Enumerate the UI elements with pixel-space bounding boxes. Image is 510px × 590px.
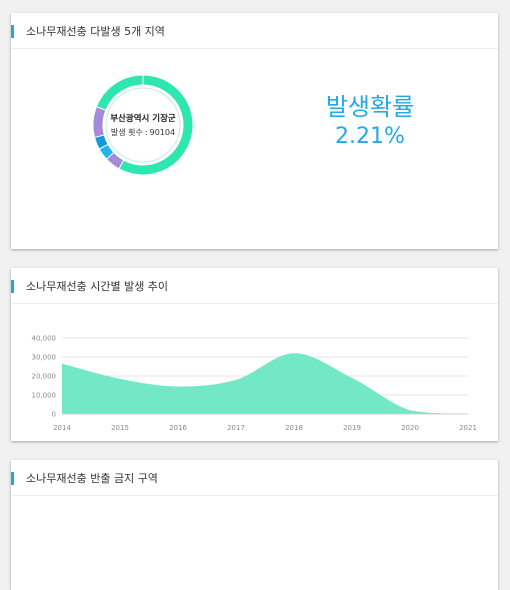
card-title: 소나무재선충 시간별 발생 추이: [26, 280, 169, 293]
occurrence-count: 발생 횟수:90104: [111, 127, 175, 138]
accent-bar: [11, 472, 14, 485]
data-point[interactable]: [119, 378, 121, 380]
x-tick-label: 2021: [459, 424, 477, 432]
area-series[interactable]: [62, 353, 468, 414]
count-separator: :: [144, 128, 148, 137]
card-title: 소나무재선충 반출 금지 구역: [26, 472, 158, 485]
x-tick-label: 2016: [169, 424, 187, 432]
region-name: 부산광역시 기장군: [110, 114, 176, 124]
probability-value: 2.21%: [335, 124, 405, 149]
x-tick-label: 2019: [343, 424, 361, 432]
data-point[interactable]: [293, 352, 295, 354]
ban-zone-card: 소나무재선충 반출 금지 구역: [11, 460, 498, 590]
data-point[interactable]: [351, 377, 353, 379]
time-trend-card: 소나무재선충 시간별 발생 추이 0 10,000 20,000 30,000 40,0…: [11, 268, 498, 441]
donut-chart[interactable]: 부산광역시 기장군 발생 횟수:90104: [89, 71, 197, 179]
accent-bar: [11, 280, 14, 293]
y-tick-label: 10,000: [32, 392, 57, 400]
count-value: 90104: [149, 128, 176, 137]
data-point[interactable]: [235, 379, 237, 381]
card-header: 소나무재선충 시간별 발생 추이: [11, 268, 498, 304]
x-tick-label: 2018: [285, 424, 303, 432]
probability-label: 발생확률: [325, 93, 415, 121]
donut-center: 부산광역시 기장군 발생 횟수:90104: [89, 71, 197, 179]
x-tick-label: 2020: [401, 424, 419, 432]
data-point[interactable]: [177, 385, 179, 387]
accent-bar: [11, 25, 14, 38]
area-chart[interactable]: 0 10,000 20,000 30,000 40,000 2014 2015 2016 201…: [11, 304, 498, 441]
data-point[interactable]: [61, 362, 63, 364]
y-tick-label: 20,000: [32, 373, 57, 381]
x-tick-label: 2017: [227, 424, 245, 432]
y-tick-label: 0: [52, 411, 56, 419]
top-regions-card: 소나무재선충 다발생 5개 지역 부산광역시 기장군 발생 횟수:90104 발…: [11, 13, 498, 249]
y-tick-label: 30,000: [32, 354, 57, 362]
data-point[interactable]: [409, 409, 411, 411]
x-tick-label: 2015: [111, 424, 129, 432]
card-header: 소나무재선충 다발생 5개 지역: [11, 13, 498, 49]
card-header: 소나무재선충 반출 금지 구역: [11, 460, 498, 496]
count-label: 발생 횟수: [110, 128, 143, 137]
card-title: 소나무재선충 다발생 5개 지역: [26, 25, 165, 38]
x-tick-label: 2014: [53, 424, 71, 432]
y-tick-label: 40,000: [32, 335, 57, 343]
